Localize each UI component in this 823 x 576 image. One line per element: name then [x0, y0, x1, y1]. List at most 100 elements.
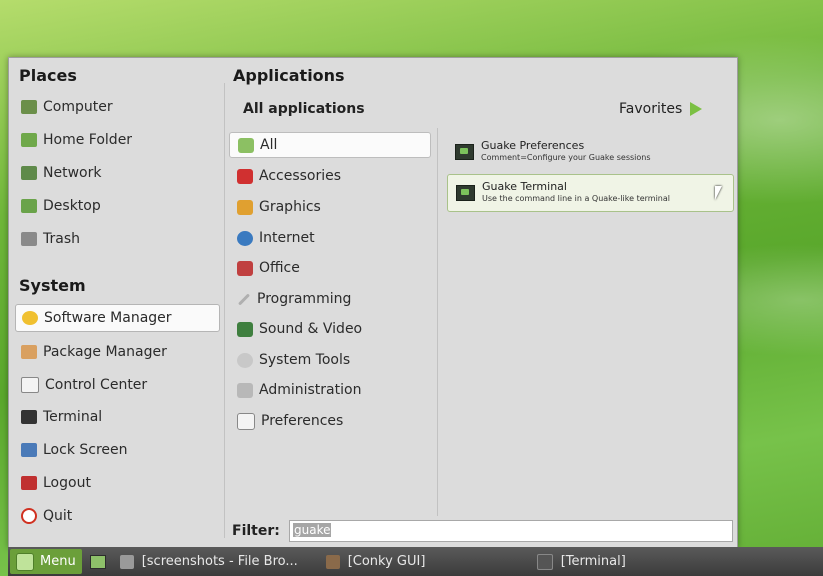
- app-guake-preferences[interactable]: Guake Preferences Comment=Configure your…: [447, 133, 734, 171]
- computer-icon: [21, 100, 37, 114]
- category-label: Programming: [257, 291, 352, 307]
- network-icon: [21, 166, 37, 180]
- system-tools-icon: [237, 352, 253, 368]
- category-label: Preferences: [261, 413, 344, 429]
- category-label: Office: [259, 260, 300, 276]
- category-label: All: [260, 137, 278, 153]
- star-icon: [22, 311, 38, 325]
- system-item-package-manager[interactable]: Package Manager: [15, 338, 220, 366]
- control-center-icon: [21, 377, 39, 393]
- system-item-control-center[interactable]: Control Center: [15, 371, 220, 399]
- category-administration[interactable]: Administration: [229, 377, 431, 403]
- file-browser-icon: [119, 554, 134, 569]
- all-applications-heading: All applications: [243, 101, 365, 117]
- category-label: Sound & Video: [259, 321, 363, 337]
- power-icon: [21, 508, 37, 524]
- mouse-pointer-icon: [715, 186, 722, 200]
- menu-button[interactable]: Menu: [10, 549, 82, 574]
- taskbar: Menu [screenshots - File Bro... [Conky G…: [8, 547, 823, 576]
- category-internet[interactable]: Internet: [229, 225, 431, 251]
- mint-logo-icon: [16, 552, 34, 571]
- places-title: Places: [19, 66, 77, 85]
- system-item-lock-screen[interactable]: Lock Screen: [15, 436, 220, 464]
- category-label: Internet: [259, 230, 315, 246]
- application-menu: Places Computer Home Folder Network Desk…: [8, 57, 738, 548]
- places-item-computer[interactable]: Computer: [15, 93, 220, 121]
- task-terminal[interactable]: [Terminal]: [531, 549, 632, 574]
- home-folder-icon: [21, 133, 37, 147]
- category-system-tools[interactable]: System Tools: [229, 347, 431, 373]
- favorites-label: Favorites: [619, 101, 683, 117]
- places-item-label: Desktop: [43, 198, 101, 214]
- category-sound-video[interactable]: Sound & Video: [229, 316, 431, 342]
- system-item-label: Software Manager: [44, 310, 172, 326]
- office-icon: [237, 260, 253, 276]
- category-label: Accessories: [259, 168, 342, 184]
- category-label: Administration: [259, 382, 362, 398]
- lock-icon: [21, 443, 37, 457]
- terminal-icon: [536, 553, 553, 570]
- system-item-label: Package Manager: [43, 344, 167, 360]
- task-file-browser[interactable]: [screenshots - File Bro...: [114, 549, 316, 574]
- system-item-quit[interactable]: Quit: [15, 502, 220, 530]
- applications-title: Applications: [233, 66, 345, 85]
- system-item-terminal[interactable]: Terminal: [15, 403, 220, 431]
- preferences-icon: [237, 412, 255, 430]
- guake-icon: [455, 144, 474, 160]
- graphics-icon: [237, 199, 253, 215]
- places-item-label: Network: [43, 165, 102, 181]
- category-programming[interactable]: Programming: [229, 286, 431, 312]
- desktop-icon: [21, 199, 37, 213]
- filter-label: Filter:: [232, 523, 280, 539]
- places-item-label: Home Folder: [43, 132, 133, 148]
- app-name: Guake Preferences: [481, 139, 585, 152]
- conky-icon: [325, 554, 340, 569]
- filter-value: guake: [293, 523, 332, 537]
- trash-icon: [21, 232, 37, 246]
- system-item-label: Control Center: [45, 377, 148, 393]
- administration-icon: [237, 382, 253, 398]
- system-item-label: Terminal: [43, 409, 103, 425]
- places-item-trash[interactable]: Trash: [15, 225, 220, 253]
- guake-icon: [456, 185, 475, 201]
- app-description: Comment=Configure your Guake sessions: [481, 153, 651, 162]
- terminal-icon: [21, 410, 37, 424]
- internet-icon: [237, 230, 253, 246]
- section-divider: [224, 83, 225, 538]
- places-item-label: Trash: [43, 231, 80, 247]
- accessories-icon: [237, 168, 253, 184]
- sound-video-icon: [237, 321, 253, 337]
- system-item-logout[interactable]: Logout: [15, 469, 220, 497]
- favorites-button[interactable]: Favorites: [619, 101, 703, 117]
- places-item-label: Computer: [43, 99, 113, 115]
- category-graphics[interactable]: Graphics: [229, 194, 431, 220]
- app-description: Use the command line in a Quake-like ter…: [482, 194, 670, 203]
- category-all[interactable]: All: [229, 132, 431, 158]
- task-label: [Terminal]: [560, 554, 626, 569]
- package-icon: [21, 345, 37, 359]
- logout-icon: [21, 476, 37, 490]
- system-title: System: [19, 276, 86, 295]
- programming-icon: [237, 292, 251, 306]
- filter-input[interactable]: guake: [289, 520, 733, 542]
- task-label: [Conky GUI]: [347, 554, 426, 569]
- task-conky-gui[interactable]: [Conky GUI]: [320, 549, 527, 574]
- app-name: Guake Terminal: [482, 180, 567, 193]
- show-desktop-icon[interactable]: [89, 554, 106, 569]
- system-item-label: Logout: [43, 475, 91, 491]
- column-divider: [437, 128, 438, 516]
- category-accessories[interactable]: Accessories: [229, 163, 431, 189]
- category-label: Graphics: [259, 199, 321, 215]
- task-label: [screenshots - File Bro...: [141, 554, 298, 569]
- places-item-network[interactable]: Network: [15, 159, 220, 187]
- category-office[interactable]: Office: [229, 255, 431, 281]
- category-label: System Tools: [259, 352, 351, 368]
- system-item-software-manager[interactable]: Software Manager: [15, 304, 220, 332]
- category-preferences[interactable]: Preferences: [229, 408, 431, 434]
- system-item-label: Quit: [43, 508, 73, 524]
- menu-label: Menu: [40, 554, 76, 569]
- places-item-desktop[interactable]: Desktop: [15, 192, 220, 220]
- app-guake-terminal[interactable]: Guake Terminal Use the command line in a…: [447, 174, 734, 212]
- places-item-home-folder[interactable]: Home Folder: [15, 126, 220, 154]
- all-icon: [238, 137, 254, 153]
